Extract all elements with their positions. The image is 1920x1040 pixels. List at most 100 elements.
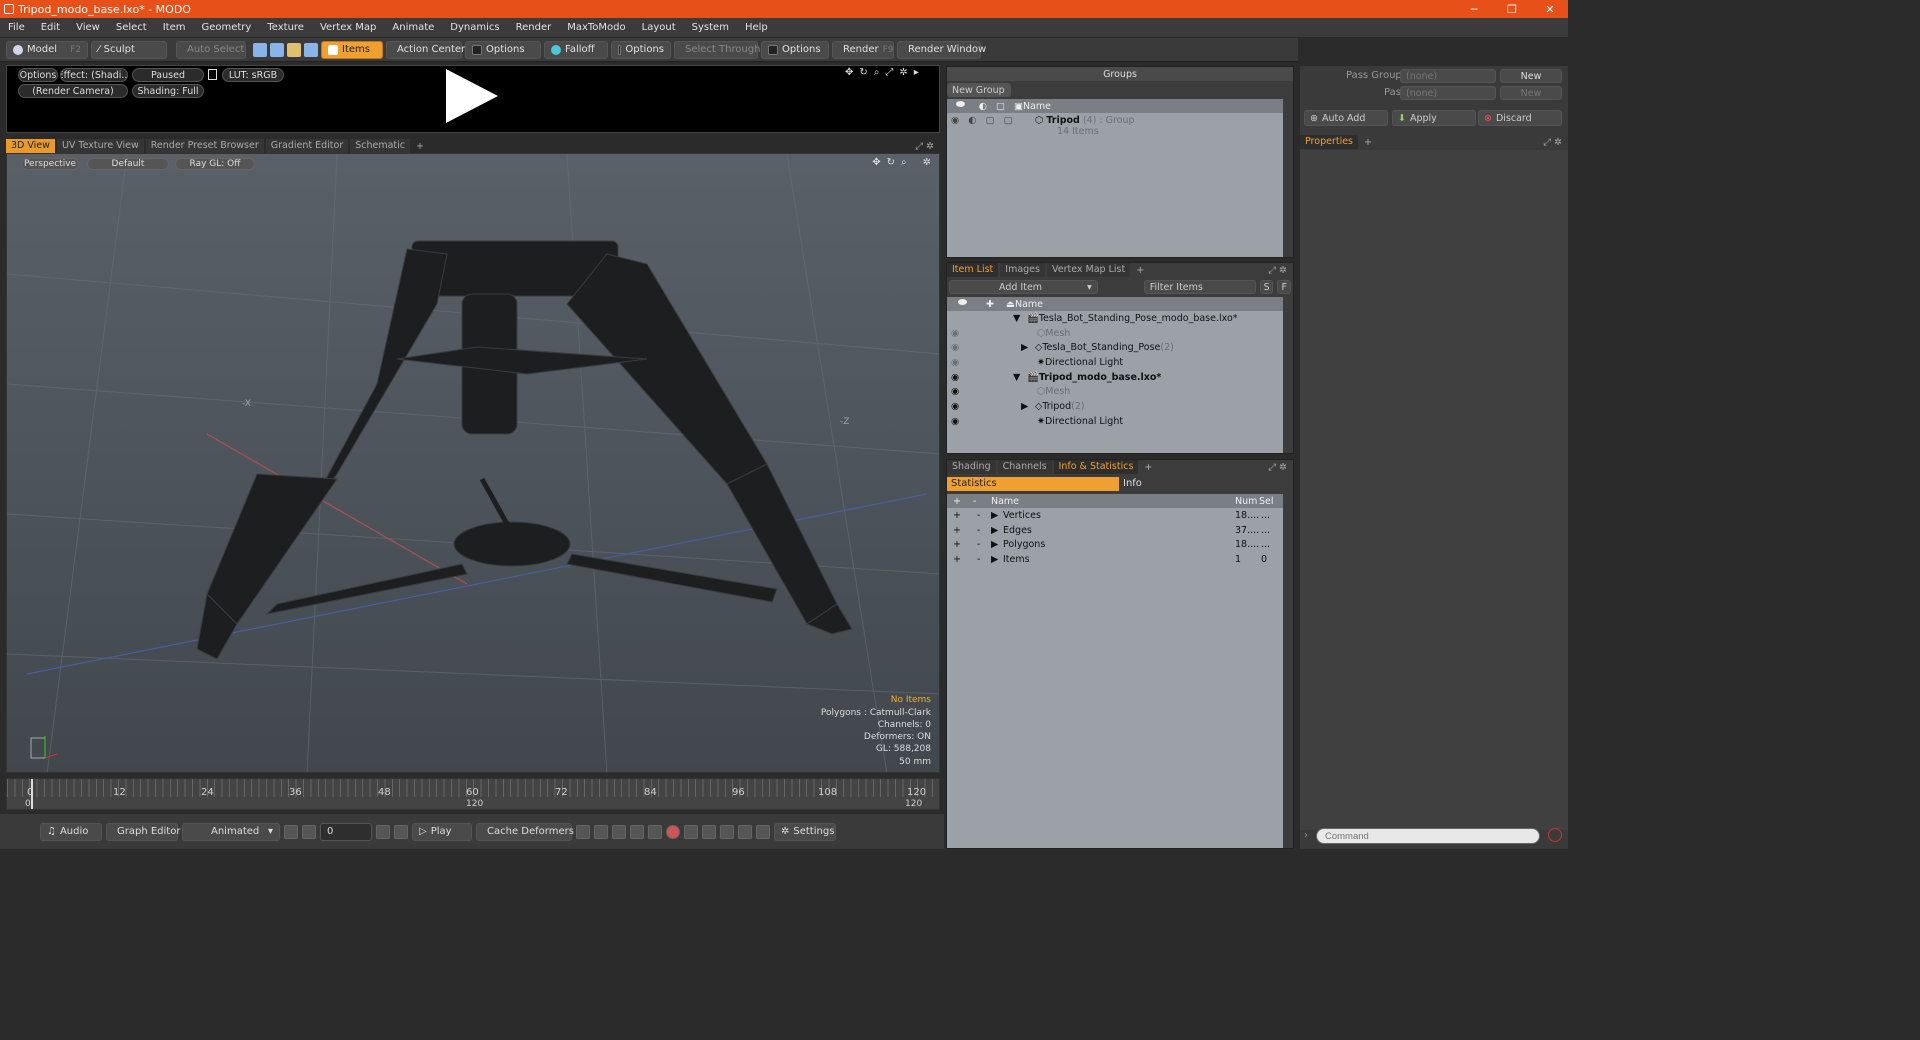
tab-gradient-editor[interactable]: Gradient Editor [265,139,349,153]
auto-select-button[interactable]: Auto Select [176,40,246,59]
expand-arrow-icon[interactable]: ▶ [991,539,1003,550]
render-window-button[interactable]: Render Window [897,40,986,59]
play-button[interactable]: ▷ Play [412,822,472,841]
statistics-tab[interactable]: Statistics [947,477,1119,491]
items-mode-button[interactable]: Items [321,40,383,59]
tab-channels[interactable]: Channels [997,460,1052,474]
menu-item[interactable]: Item [155,22,194,33]
new-pass-group-button[interactable]: New [1500,69,1562,83]
expand-icon[interactable]: ⤢ ✲ [1268,265,1293,276]
expand-icon[interactable]: ⤢ ✲ [915,141,940,152]
add-item-dropdown[interactable]: Add Item ▾ [949,280,1098,294]
menu-edit[interactable]: Edit [33,22,68,33]
collapse-icon[interactable]: ▼ [1013,313,1027,324]
animated-dropdown[interactable]: Animated ▾ [182,822,280,841]
menu-vertex-map[interactable]: Vertex Map [312,22,384,33]
eye-icon[interactable]: ◉ [947,372,961,383]
new-group-button[interactable]: New Group [947,83,1011,97]
command-input[interactable] [1316,828,1540,844]
eye-icon[interactable]: ◉ [947,328,961,339]
info-tab[interactable]: Info [1119,477,1289,491]
render-button[interactable]: Render F9 [832,40,894,59]
eye-icon[interactable]: ◉ [947,342,961,353]
filter-f-button[interactable]: F [1277,280,1291,294]
shading-dropdown[interactable]: Shading: Full [132,84,204,98]
menu-view[interactable]: View [68,22,108,33]
materials-mode-icon[interactable] [304,42,318,57]
minimize-button[interactable]: ─ [1456,3,1492,16]
frame-input[interactable]: 0 [320,822,372,841]
eye-icon[interactable]: ◉ [947,416,961,427]
tab-images[interactable]: Images [1000,263,1045,277]
gear-icon[interactable]: ✲ [923,157,931,168]
eye-icon[interactable]: ◉ [947,386,961,397]
pass-groups-dropdown[interactable]: (none) [1400,69,1496,83]
eye-icon[interactable]: ◉ [947,357,961,368]
stop-icon[interactable] [1548,828,1562,842]
key-icon[interactable] [576,824,590,839]
remove-icon[interactable]: - [977,554,991,565]
step-back-icon[interactable] [302,824,316,839]
remove-icon[interactable]: - [977,539,991,550]
move-icon[interactable]: ✥ [872,157,880,168]
discard-button[interactable]: ⊗ Discard [1478,110,1562,126]
expand-arrow-icon[interactable]: ▶ [1021,342,1035,353]
menu-render[interactable]: Render [508,22,560,33]
check-icon[interactable] [648,824,662,839]
preview-effect-dropdown[interactable]: Effect: (Shadi... [60,68,128,82]
lut-dropdown[interactable]: LUT: sRGB [222,68,284,82]
camera-dropdown[interactable]: (Render Camera) [18,84,128,98]
action-center-button[interactable]: Action Center [386,40,465,59]
zoom-icon[interactable]: ⌕ [874,67,880,78]
menu-dynamics[interactable]: Dynamics [442,22,507,33]
tab-render-preset-browser[interactable]: Render Preset Browser [145,139,264,153]
menu-animate[interactable]: Animate [384,22,442,33]
default-dropdown[interactable]: Default [87,158,169,170]
link-icon[interactable] [738,824,752,839]
remove-icon[interactable]: - [977,510,991,521]
graph-editor-button[interactable]: Graph Editor [106,822,180,841]
move-icon[interactable]: ✥ [845,67,853,78]
menu-layout[interactable]: Layout [634,22,684,33]
add-tab-icon[interactable]: + [412,141,428,152]
playhead[interactable] [31,779,33,809]
record-icon[interactable] [666,824,680,839]
apply-button[interactable]: ⬇ Apply [1392,110,1476,126]
tab-properties[interactable]: Properties [1300,135,1359,149]
filter-s-button[interactable]: S [1259,280,1274,294]
list-item[interactable]: ◉ ⬡ Mesh [947,326,1283,341]
expand-arrow-icon[interactable]: ▶ [1021,401,1035,412]
menu-help[interactable]: Help [737,22,776,33]
preview-paused-button[interactable]: Paused [132,68,204,82]
step-forward-icon[interactable] [376,824,390,839]
add-icon[interactable]: + [947,510,977,521]
polygons-mode-icon[interactable] [287,42,301,57]
expand-arrow-icon[interactable]: ▶ [991,525,1003,536]
loop-start-icon[interactable] [702,824,716,839]
model-mode-button[interactable]: Model F2 [6,40,88,59]
auto-add-button[interactable]: ⊕ Auto Add [1304,110,1388,126]
filter-items-input[interactable]: Filter Items [1143,280,1256,294]
preview-options-button[interactable]: Options [18,68,58,82]
falloff-options-button[interactable]: Options [611,40,671,59]
arrow-right-icon[interactable]: ▸ [914,67,919,78]
settings-button[interactable]: ✲ Settings [774,822,836,841]
menu-select[interactable]: Select [108,22,155,33]
edges-mode-icon[interactable] [270,42,284,57]
select-icon[interactable]: ▢ [1004,115,1013,126]
action-center-options-button[interactable]: Options [465,40,541,59]
rotate-icon[interactable]: ↻ [859,67,867,78]
list-item[interactable]: ▼ 🎬 Tesla_Bot_Standing_Pose_modo_base.lxo* [947,311,1283,326]
tab-item-list[interactable]: Item List [947,263,999,277]
expand-arrow-icon[interactable]: ▶ [991,510,1003,521]
loop-end-icon[interactable] [720,824,734,839]
group-row[interactable]: ◉ ◐ ▢ ▢ ⬡ Tripod (4) : Group 14 Items [947,113,1283,143]
menu-geometry[interactable]: Geometry [193,22,259,33]
timeline[interactable]: 0 12 24 36 48 60 72 84 96 108 120 0 120 … [6,778,940,810]
tab-schematic[interactable]: Schematic [350,139,411,153]
sculpt-mode-button[interactable]: ⁄ Sculpt [91,40,167,59]
sync-icon[interactable] [756,824,770,839]
3d-viewport[interactable]: -X -Z Perspective Default Ray GL: Off ✥ ↻… [6,153,940,773]
list-item[interactable]: ◉ ▼ 🎬 Tripod_modo_base.lxo* [947,370,1283,385]
add-icon[interactable]: + [947,554,977,565]
